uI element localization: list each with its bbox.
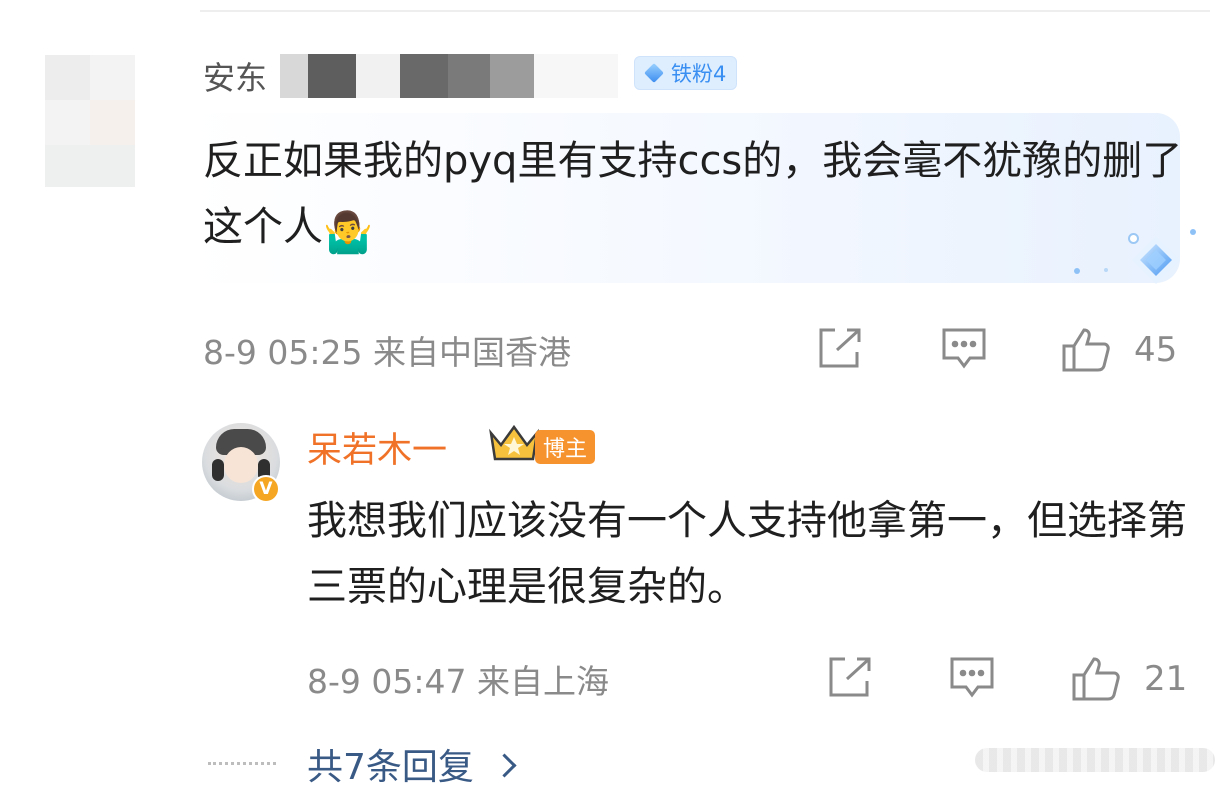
sparkle-dot	[1190, 229, 1196, 235]
comment-meta: 8-9 05:25 来自中国香港	[203, 333, 571, 372]
like-icon	[1062, 328, 1110, 372]
censor-mosaic	[534, 54, 618, 98]
view-replies-link[interactable]: 共7条回复	[307, 738, 517, 790]
avatar[interactable]	[45, 55, 135, 187]
host-badge: 博主	[535, 430, 596, 464]
watermark	[975, 748, 1215, 772]
reply-text: 我想我们应该没有一个人支持他拿第一，但选择第三票的心理是很复杂的。	[307, 498, 1187, 610]
comment-icon	[942, 328, 986, 369]
comment-author[interactable]: 安东	[203, 52, 267, 100]
like-icon	[1072, 657, 1120, 701]
comment-icon	[950, 657, 994, 698]
comment-text: 反正如果我的pyq里有支持ccs的，我会毫不犹豫的删了这个人🤷‍♂️	[203, 128, 1183, 266]
reply-meta: 8-9 05:47 来自上海	[307, 662, 609, 701]
fan-badge[interactable]: 铁粉4	[634, 56, 738, 90]
comment-button[interactable]	[940, 326, 988, 372]
censor-mosaic	[356, 54, 400, 98]
chevron-right-icon	[492, 752, 517, 778]
censor-mosaic	[400, 54, 448, 98]
share-button[interactable]	[815, 326, 863, 370]
share-icon	[819, 328, 861, 368]
divider-line	[200, 10, 1210, 12]
sparkle-dot	[1128, 233, 1139, 244]
censor-mosaic	[308, 54, 356, 98]
username[interactable]: 安东	[203, 53, 267, 99]
view-replies-label: 共7条回复	[307, 747, 474, 788]
censor-mosaic	[280, 54, 308, 98]
reply-author[interactable]: 呆若木一	[307, 423, 447, 471]
like-count: 21	[1144, 659, 1188, 699]
like-button[interactable]: 21	[1070, 655, 1187, 703]
comment-button[interactable]	[948, 655, 996, 701]
censor-mosaic	[490, 54, 534, 98]
sparkle-dot	[1104, 268, 1108, 272]
verified-badge: V	[252, 475, 280, 503]
username[interactable]: 呆若木一	[307, 422, 447, 473]
like-button[interactable]: 45	[1060, 326, 1177, 374]
fan-badge-label: 铁粉4	[671, 62, 727, 86]
share-icon	[829, 657, 871, 697]
sparkle-dot	[1074, 268, 1080, 274]
shrug-emoji: 🤷‍♂️	[323, 210, 373, 256]
thread-dots	[208, 762, 276, 769]
diamond-icon	[644, 63, 664, 83]
share-button[interactable]	[825, 655, 873, 699]
censor-mosaic	[448, 54, 490, 98]
crown-icon	[489, 424, 539, 461]
like-count: 45	[1134, 330, 1178, 370]
